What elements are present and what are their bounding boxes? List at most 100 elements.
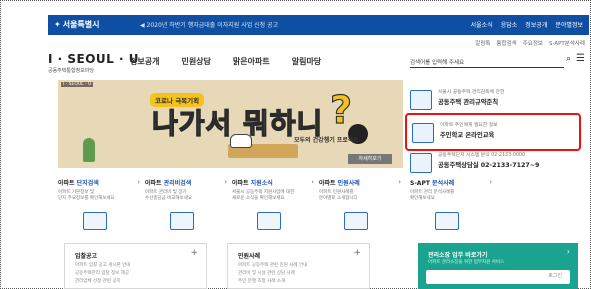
panel-line[interactable]: 관리비 및 시설 관련 상담 사례 [238, 270, 358, 276]
quick-link-desc: 아파트 관리비 및 장기 수선충당금 비교해보세요 [145, 190, 235, 202]
top-link-category[interactable]: 분야별정보 [555, 20, 583, 29]
quick-link-prefix: 아파트 [319, 180, 336, 187]
panel-line[interactable]: 주민 분쟁 조정 사례 소개 [238, 278, 358, 284]
chevron-right-icon: › [566, 247, 570, 256]
chat-icon [344, 212, 368, 230]
quick-link-highlight: 관리비검색 [163, 180, 192, 187]
banner-question-mark: ? [329, 87, 353, 132]
nav-item-disclosure[interactable]: 정보공개 [130, 56, 159, 67]
quick-link-desc: 아파트 관리 분석사례를 확인해보세요 [410, 190, 500, 202]
top-links: 서울소식 응답소 정보공개 분야별정보 [471, 20, 583, 29]
desc-line: 단지 주요정보를 확인해보세요 [58, 196, 115, 201]
panel-title: 입찰공고 [75, 253, 98, 260]
site-subtitle: 공동주택통합정보마당 [48, 68, 95, 74]
top-notice-text: 2020년 하반기 행자금대출 이자지원 사업 신청 공고 [146, 22, 279, 29]
quick-link-highlight: 지원소식 [250, 180, 273, 187]
quick-link-desc: 서울시 공동주택 지원사업에 대한 새로운 소식을 확인해보세요 [232, 190, 322, 202]
promo-title: 주민학교 온라인교육 [440, 132, 495, 139]
panel-line[interactable]: 아파트 공동주택 관련 민원 사례 안내 [238, 262, 358, 268]
quick-link-prefix: 아파트 [58, 180, 75, 187]
plus-icon[interactable]: + [353, 248, 361, 258]
utility-links: 알림톡 통합검색 주요정보 S-APT분석사례 [330, 39, 585, 49]
top-link-info[interactable]: 정보공개 [525, 20, 547, 29]
util-link-1[interactable]: 알림톡 [475, 39, 490, 49]
top-notice[interactable]: ◀ 2020년 하반기 행자금대출 이자지원 사업 신청 공고 [140, 20, 278, 29]
quick-link-heading: S-APT 분석사례 [410, 178, 500, 187]
desc-line: 새로운 소식을 확인해보세요 [232, 196, 285, 201]
bid-notice-panel: 입찰공고 + 아파트 입찰 공고 게시판 안내 공동주택관리 입찰 정보 제공 … [64, 243, 207, 289]
panel-line[interactable]: 공동주택관리 입찰 정보 제공 [75, 270, 195, 276]
quick-link-heading: 아파트 민원사례 [319, 178, 409, 187]
building-icon [410, 90, 432, 110]
nav-item-notice[interactable]: 알림마당 [292, 56, 321, 67]
quick-link-heading: 아파트 지원소식 [232, 178, 322, 187]
chevron-right-icon: › [489, 178, 492, 186]
shortcut-field-label: 로그인 [548, 273, 562, 279]
quick-link-complex-search[interactable]: 아파트 단지검색 아파트 기본정보 및 단지 주요정보를 확인해보세요 › [58, 178, 148, 232]
panel-line[interactable]: 아파트 입찰 공고 게시판 안내 [75, 262, 195, 268]
chart-icon [435, 212, 459, 230]
promo-title: 공동주택 관리규약준칙 [438, 99, 499, 106]
desc-line: 수선충당금 비교해보세요 [145, 196, 192, 201]
main-nav: 정보공개 민원상담 맑은아파트 알림마당 [130, 56, 321, 67]
quick-link-heading: 아파트 관리비검색 [145, 178, 235, 187]
phone-icon [410, 153, 432, 173]
promo-title: 공동주택상담실 02-2133-7127~9 [438, 162, 540, 169]
util-link-2[interactable]: 통합검색 [496, 39, 516, 49]
quick-link-complaint-cases[interactable]: 아파트 민원사례 아파트 민원사례를 분야별로 소개합니다 › [319, 178, 409, 232]
main-banner[interactable]: I · SEOUL · U 코로나 극복기획 나가서 뭐하니 ? 모두의 건강챙… [58, 80, 403, 168]
desc-line: 분야별로 소개합니다 [319, 196, 358, 201]
search-input[interactable]: 검색어를 입력해 주세요 [410, 55, 564, 68]
promo-small-text: 공동주택단지 시스템 문의 02-2133-0000 [438, 153, 526, 158]
banner-tag: I · SEOUL · U [61, 82, 94, 87]
quick-link-desc: 아파트 기본정보 및 단지 주요정보를 확인해보세요 [58, 190, 148, 202]
chevron-right-icon: › [137, 178, 140, 186]
quick-link-support-news[interactable]: 아파트 지원소식 서울시 공동주택 지원사업에 대한 새로운 소식을 확인해보세요… [232, 178, 322, 232]
site-title: I · SEOUL · U [48, 52, 139, 66]
quick-link-highlight: 분석사례 [432, 180, 455, 187]
util-link-3[interactable]: 주요정보 [523, 39, 543, 49]
seoul-logo[interactable]: ✦ 서울특별시 [54, 19, 100, 30]
plant-illustration [83, 138, 95, 162]
site-brand[interactable]: I · SEOUL · U 공동주택통합정보마당 [48, 52, 139, 74]
quick-link-highlight: 단지검색 [76, 180, 99, 187]
quick-link-sapt-analysis[interactable]: S-APT 분석사례 아파트 관리 분석사례를 확인해보세요 › [410, 178, 500, 232]
apartment-icon [83, 212, 107, 230]
cat-illustration [230, 134, 252, 148]
shortcut-desc: 아파트 관리소장을 위한 업무지원 서비스 [428, 260, 505, 265]
top-link-eungdapso[interactable]: 응답소 [501, 20, 518, 29]
megaphone-icon [257, 212, 281, 230]
seoul-top-bar: ✦ 서울특별시 ◀ 2020년 하반기 행자금대출 이자지원 사업 신청 공고 … [48, 15, 589, 35]
desc-line: 확인해보세요 [410, 196, 435, 201]
complaint-cases-panel: 민원사례 + 아파트 공동주택 관련 민원 사례 안내 관리비 및 시설 관련 … [227, 243, 370, 289]
banner-more-button[interactable]: 자세히보기 [348, 154, 392, 164]
quick-link-desc: 아파트 민원사례를 분야별로 소개합니다 [319, 190, 409, 202]
seoul-logo-icon: ✦ [54, 20, 61, 29]
chevron-right-icon: › [224, 178, 227, 186]
quick-link-heading: 아파트 단지검색 [58, 178, 148, 187]
nav-item-counsel[interactable]: 민원상담 [181, 56, 210, 67]
quick-link-fee-search[interactable]: 아파트 관리비검색 아파트 관리비 및 장기 수선충당금 비교해보세요 › [145, 178, 235, 232]
coin-icon [170, 212, 194, 230]
quick-link-highlight: 민원사례 [337, 180, 360, 187]
search-icon[interactable]: ⌕ [566, 54, 576, 66]
top-link-news[interactable]: 서울소식 [471, 20, 493, 29]
shortcut-title: 관리소장 업무 바로가기 [428, 252, 488, 259]
panel-line[interactable]: 관리업체 선정 관련 공지 [75, 278, 195, 284]
speaker-icon: ◀ [140, 22, 145, 29]
quick-link-prefix: S-APT [410, 180, 430, 187]
school-icon [412, 123, 434, 143]
shortcut-field[interactable]: 로그인 [426, 270, 570, 284]
banner-subheadline: 모두의 건강챙기 프로젝트 [294, 137, 359, 144]
promo-small-text: 아파트 주민에게 필요한 정보 [440, 123, 498, 128]
nav-item-clean-apt[interactable]: 맑은아파트 [233, 56, 270, 67]
chevron-right-icon: › [398, 178, 401, 186]
util-link-4[interactable]: S-APT분석사례 [549, 39, 585, 49]
menu-icon[interactable]: ☰ [576, 53, 588, 65]
quick-link-prefix: 아파트 [232, 180, 249, 187]
promo-small-text: 서울시 공동주택 관리감독에 관한 [438, 90, 505, 95]
quick-link-prefix: 아파트 [145, 180, 162, 187]
manager-shortcut-panel[interactable]: 관리소장 업무 바로가기 아파트 관리소장을 위한 업무지원 서비스 › 로그인 [418, 243, 578, 289]
plus-icon[interactable]: + [190, 248, 198, 258]
seoul-logo-text: 서울특별시 [62, 20, 100, 29]
